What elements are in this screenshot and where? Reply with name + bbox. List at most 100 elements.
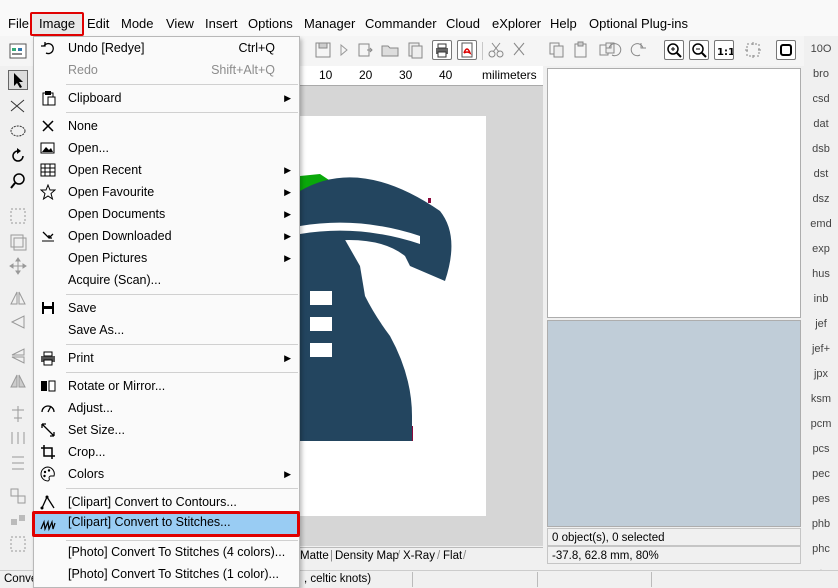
format-button[interactable]: hus <box>804 268 838 280</box>
format-button[interactable]: csd <box>804 93 838 105</box>
design-canvas[interactable] <box>300 86 543 546</box>
menu-optional-plugins[interactable]: Optional Plug-ins <box>589 12 688 36</box>
magnify-tool-icon[interactable] <box>8 171 28 191</box>
ungroup-icon[interactable] <box>8 510 28 530</box>
menu-item-acquire[interactable]: Acquire (Scan)... <box>34 269 299 291</box>
menu-item-crop[interactable]: Crop... <box>34 441 299 463</box>
format-button[interactable]: exp <box>804 243 838 255</box>
menu-item-print[interactable]: Print ▶ <box>34 347 299 369</box>
format-button[interactable]: pec <box>804 468 838 480</box>
copy-icon[interactable] <box>547 40 567 60</box>
move-icon[interactable] <box>8 256 28 276</box>
menu-explorer[interactable]: eXplorer <box>492 12 541 36</box>
tab-flat[interactable]: Flat <box>443 550 462 562</box>
format-button[interactable]: phc <box>804 543 838 555</box>
menu-insert[interactable]: Insert <box>205 12 238 36</box>
tab-matte[interactable]: Matte <box>300 550 329 562</box>
menu-item-undo[interactable]: Undo [Redye] Ctrl+Q <box>34 37 299 59</box>
format-button[interactable]: inb <box>804 293 838 305</box>
zoom-in-icon[interactable] <box>664 40 684 60</box>
play-icon[interactable] <box>333 40 353 60</box>
save-icon[interactable] <box>313 40 333 60</box>
menu-item-set-size[interactable]: Set Size... <box>34 419 299 441</box>
new-design-icon[interactable] <box>8 40 28 60</box>
menu-item-open-downloaded[interactable]: Open Downloaded ▶ <box>34 225 299 247</box>
menu-item-clipart-stitches[interactable]: [Clipart] Convert to Stitches... <box>32 511 300 537</box>
group-icon[interactable] <box>8 486 28 506</box>
format-button[interactable]: pcm <box>804 418 838 430</box>
rotate-tool-icon[interactable] <box>8 146 28 166</box>
menu-item-open-recent[interactable]: Open Recent ▶ <box>34 159 299 181</box>
menu-item-open[interactable]: Open... <box>34 137 299 159</box>
copy-doc-icon[interactable] <box>405 40 425 60</box>
menu-item-open-favourite[interactable]: Open Favourite ▶ <box>34 181 299 203</box>
menu-edit[interactable]: Edit <box>87 12 109 36</box>
menu-item-photo-1-color[interactable]: [Photo] Convert To Stitches (1 color)... <box>34 563 299 585</box>
distribute-v-icon[interactable] <box>8 453 28 473</box>
folder-icon[interactable] <box>380 40 400 60</box>
menu-image[interactable]: Image <box>30 12 85 36</box>
stop-icon[interactable] <box>776 40 796 60</box>
rect-select-icon[interactable] <box>8 206 28 226</box>
skew-icon[interactable] <box>8 312 28 332</box>
menu-help[interactable]: Help <box>550 12 577 36</box>
menu-item-save[interactable]: Save <box>34 297 299 319</box>
format-button[interactable]: 10O <box>804 43 838 55</box>
flip-icon[interactable] <box>8 371 28 391</box>
scissors-icon[interactable] <box>509 40 529 60</box>
format-button[interactable]: dst <box>804 168 838 180</box>
menu-commander[interactable]: Commander <box>365 12 437 36</box>
menu-item-open-documents[interactable]: Open Documents ▶ <box>34 203 299 225</box>
objects-panel[interactable] <box>547 68 801 318</box>
menu-mode[interactable]: Mode <box>121 12 154 36</box>
menu-file[interactable]: File <box>8 12 29 36</box>
print-icon[interactable] <box>432 40 452 60</box>
menu-view[interactable]: View <box>166 12 194 36</box>
format-button[interactable]: pes <box>804 493 838 505</box>
tab-density-map[interactable]: Density Map <box>335 550 399 562</box>
format-button[interactable]: pcs <box>804 443 838 455</box>
paste-icon[interactable] <box>571 40 591 60</box>
select-all-icon[interactable] <box>8 534 28 554</box>
menu-item-open-pictures[interactable]: Open Pictures ▶ <box>34 247 299 269</box>
menu-options[interactable]: Options <box>248 12 293 36</box>
format-button[interactable]: bro <box>804 68 838 80</box>
format-button[interactable]: dat <box>804 118 838 130</box>
stitch-edit-icon[interactable] <box>8 96 28 116</box>
select-arrow-icon[interactable] <box>8 70 28 90</box>
tab-x-ray[interactable]: X-Ray <box>403 550 435 562</box>
menu-item-clipart-contours[interactable]: [Clipart] Convert to Contours... <box>34 491 299 513</box>
actual-size-icon[interactable]: 1:1 <box>714 40 735 60</box>
format-button[interactable]: ksm <box>804 393 838 405</box>
format-button[interactable]: dsz <box>804 193 838 205</box>
distribute-h-icon[interactable] <box>8 428 28 448</box>
menu-item-redo[interactable]: Redo Shift+Alt+Q <box>34 59 299 81</box>
cut-icon[interactable] <box>486 40 506 60</box>
menu-item-none[interactable]: None <box>34 115 299 137</box>
lasso-icon[interactable] <box>8 122 28 142</box>
magic-wand-icon[interactable] <box>743 40 763 60</box>
menu-cloud[interactable]: Cloud <box>446 12 480 36</box>
mirror-h-icon[interactable] <box>8 288 28 308</box>
menu-item-colors[interactable]: Colors ▶ <box>34 463 299 485</box>
format-button[interactable]: jpx <box>804 368 838 380</box>
format-button[interactable]: jef+ <box>804 343 838 355</box>
export-icon[interactable] <box>355 40 375 60</box>
format-button[interactable]: jef <box>804 318 838 330</box>
pdf-icon[interactable] <box>457 40 477 60</box>
align-icon[interactable] <box>8 404 28 424</box>
menu-item-clipboard[interactable]: Clipboard ▶ <box>34 87 299 109</box>
redo-icon[interactable] <box>628 40 648 60</box>
format-button[interactable]: dsb <box>804 143 838 155</box>
menu-item-rotate[interactable]: Rotate or Mirror... <box>34 375 299 397</box>
undo-icon[interactable] <box>604 40 624 60</box>
frame-icon[interactable] <box>8 232 28 252</box>
mirror-v-icon[interactable] <box>8 346 28 366</box>
menu-item-photo-4-colors[interactable]: [Photo] Convert To Stitches (4 colors)..… <box>34 541 299 563</box>
format-button[interactable]: phb <box>804 518 838 530</box>
menu-item-save-as[interactable]: Save As... <box>34 319 299 341</box>
zoom-out-icon[interactable] <box>689 40 709 60</box>
menu-manager[interactable]: Manager <box>304 12 355 36</box>
menu-item-adjust[interactable]: Adjust... <box>34 397 299 419</box>
format-button[interactable]: emd <box>804 218 838 230</box>
